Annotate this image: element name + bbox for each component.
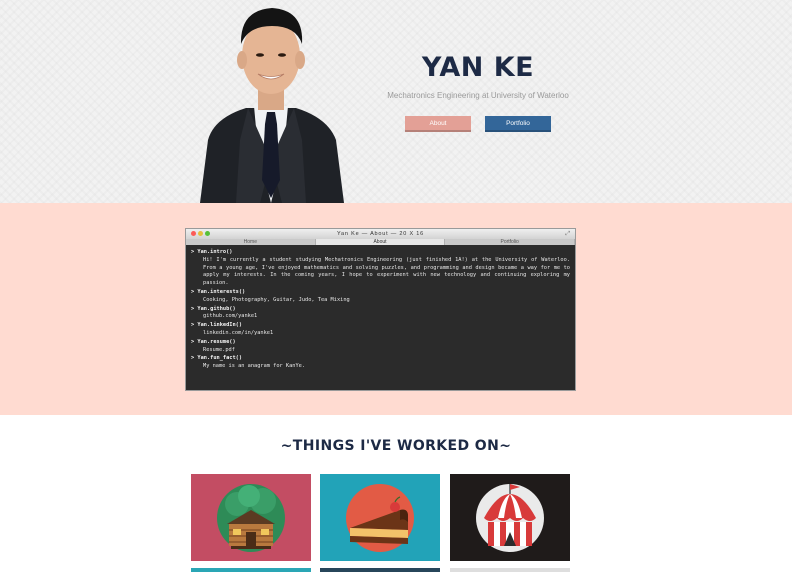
portfolio-button[interactable]: Portfolio [485,116,551,132]
terminal-tabs: Home About Portfolio [186,239,576,245]
output-intro: Hi! I'm currently a student studying Mec… [203,256,570,287]
cake-slice-icon [346,484,414,552]
hero-subtitle: Mechatronics Engineering at University o… [387,91,569,100]
minimize-dot-icon[interactable] [198,231,203,236]
tab-home[interactable]: Home [186,239,316,245]
terminal-title: Yan Ke — About — 20 X 16 [337,231,424,237]
output-fun-fact: My name is an anagram for KanYe. [203,363,306,370]
log-cabin-icon [217,484,285,552]
projects-heading: ~THINGS I'VE WORKED ON~ [280,438,512,454]
terminal-window: Yan Ke — About — 20 X 16 ⤢ Home About Po… [185,228,576,391]
project-tile-strip [320,568,440,572]
hero-name: YAN KE [421,52,535,83]
command-intro: > Yan.intro() [191,249,233,255]
terminal-body: > Yan.intro() Hi! I'm currently a studen… [186,245,575,374]
profile-photo [200,8,344,203]
hero-section: YAN KE Mechatronics Engineering at Unive… [0,0,792,203]
project-tile-strip [191,568,311,572]
about-section: Yan Ke — About — 20 X 16 ⤢ Home About Po… [0,203,792,415]
project-tile-cabin[interactable] [191,474,311,561]
tab-portfolio[interactable]: Portfolio [445,239,576,245]
about-button[interactable]: About [405,116,471,132]
circus-tent-icon [476,484,544,552]
project-tile-cake[interactable] [320,474,440,561]
command-interests: > Yan.interests() [191,288,246,295]
expand-icon[interactable]: ⤢ [565,229,571,239]
output-interests: Cooking, Photography, Guitar, Judo, Tea … [203,296,350,303]
close-dot-icon[interactable] [191,231,196,236]
maximize-dot-icon[interactable] [205,231,210,236]
resume-link[interactable]: Resume.pdf [191,347,570,355]
project-tile-strip [450,568,570,572]
linkedin-link[interactable]: linkedin.com/in/yanke1 [191,330,570,338]
project-tile-circus[interactable] [450,474,570,561]
command-fun-fact: > Yan.fun_fact() [191,355,243,362]
command-linkedin: > Yan.linkedIn() [191,322,243,329]
command-resume: > Yan.resume() [191,338,236,345]
command-github: > Yan.github() [191,305,236,312]
tab-about[interactable]: About [315,239,446,245]
github-link[interactable]: github.com/yanke1 [191,313,570,321]
terminal-titlebar: Yan Ke — About — 20 X 16 ⤢ [186,229,575,239]
